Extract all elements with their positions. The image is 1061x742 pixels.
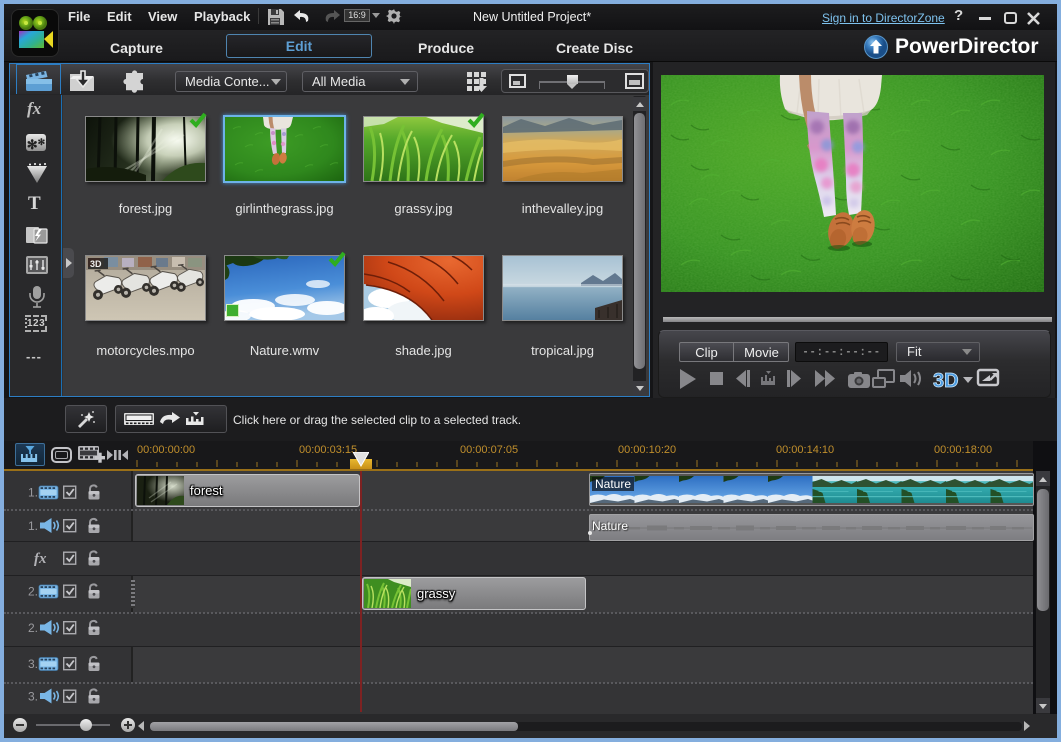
svg-text:3.: 3. <box>28 657 38 671</box>
svg-text:1.: 1. <box>28 519 38 533</box>
svg-text:2.: 2. <box>28 585 38 599</box>
svg-text:fx: fx <box>34 551 47 567</box>
svg-text:2.: 2. <box>28 621 38 635</box>
svg-text:1.: 1. <box>28 486 38 500</box>
svg-text:3D: 3D <box>933 370 959 392</box>
svg-text:3.: 3. <box>28 690 38 704</box>
